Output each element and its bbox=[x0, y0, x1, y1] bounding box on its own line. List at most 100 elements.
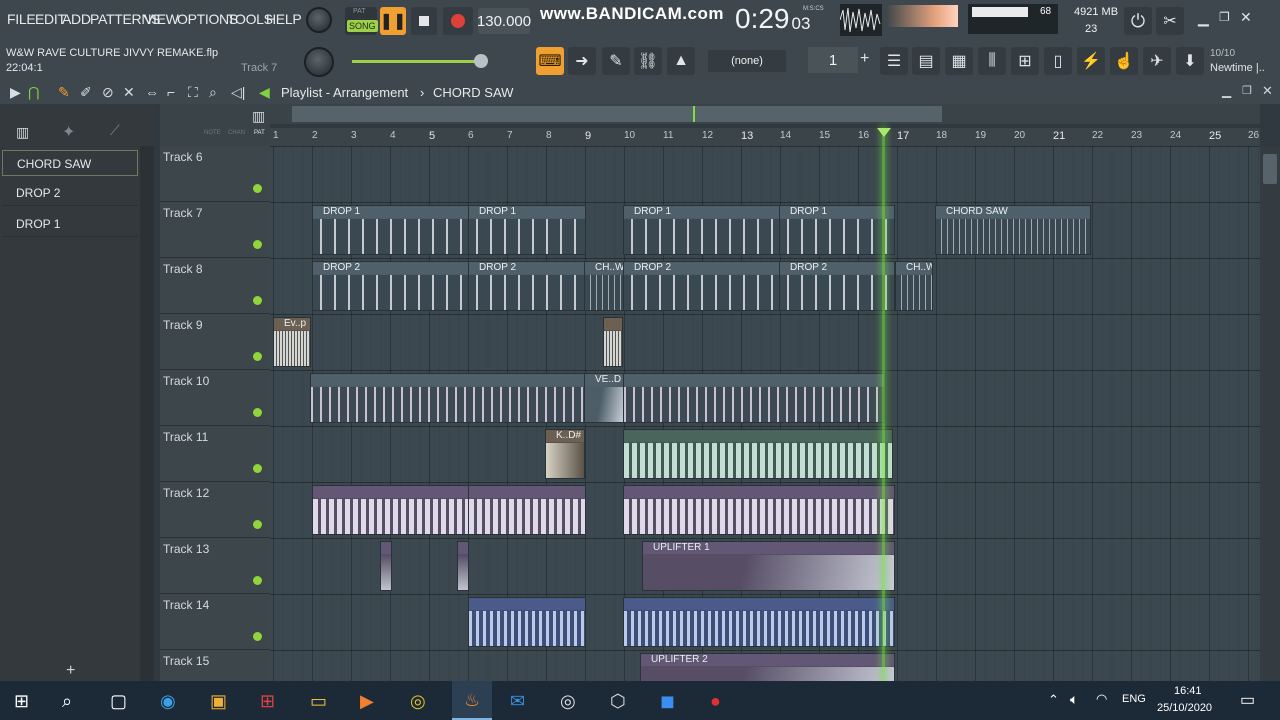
playlist-clip[interactable]: DROP 2 bbox=[623, 261, 783, 311]
news-label[interactable]: Newtime |.. bbox=[1210, 62, 1265, 74]
playlist-clip[interactable] bbox=[468, 597, 586, 647]
stop-button[interactable] bbox=[411, 7, 437, 35]
tray-chevron-icon[interactable]: ⌃ bbox=[1048, 692, 1059, 708]
track-mute-led[interactable] bbox=[253, 240, 262, 249]
playhead[interactable] bbox=[882, 128, 885, 681]
playlist-clip[interactable]: CHORD SAW bbox=[935, 205, 1091, 255]
files-button[interactable]: ▯ bbox=[1044, 47, 1072, 75]
add-pattern-icon[interactable]: + bbox=[860, 50, 869, 68]
audio-clip-icon[interactable]: ✦ bbox=[62, 122, 75, 142]
step-edit-button[interactable]: ➜ bbox=[568, 47, 596, 75]
pause-button[interactable]: ❚❚ bbox=[380, 7, 406, 35]
playlist-clip[interactable] bbox=[380, 541, 392, 591]
track-header[interactable]: Track 14 bbox=[160, 594, 270, 650]
mute-icon[interactable]: ✕ bbox=[123, 84, 135, 101]
playlist-clip[interactable]: DROP 2 bbox=[779, 261, 895, 311]
store-icon[interactable]: ▣ bbox=[210, 691, 227, 712]
windows-start-icon[interactable]: ⊞ bbox=[14, 691, 29, 712]
gift-icon[interactable]: ⊞ bbox=[260, 691, 275, 712]
playlist-clip[interactable]: UPLIFTER 1 bbox=[642, 541, 895, 591]
notification-icon[interactable]: ▭ bbox=[1240, 690, 1255, 710]
track-header[interactable]: Track 12 bbox=[160, 482, 270, 538]
playlist-clip[interactable]: K..D# bbox=[545, 429, 585, 479]
bandicam-record-icon[interactable]: ● bbox=[710, 691, 721, 712]
playlist-clip[interactable] bbox=[310, 373, 585, 423]
touch-controller-button[interactable]: ☝ bbox=[1110, 47, 1138, 75]
media-icon[interactable]: ▶ bbox=[360, 691, 374, 712]
slip-icon[interactable]: ⇔ bbox=[145, 84, 159, 100]
track-header[interactable]: Track 7 bbox=[160, 202, 270, 258]
track-header[interactable]: Track 9 bbox=[160, 314, 270, 370]
minimize-icon[interactable]: ▁ bbox=[1198, 10, 1209, 27]
playlist-clip[interactable]: DROP 2 bbox=[312, 261, 470, 311]
volume-slider-handle[interactable] bbox=[474, 54, 488, 68]
magnet-icon[interactable]: ⋂ bbox=[28, 84, 39, 101]
playlist-clip[interactable] bbox=[468, 485, 586, 535]
pattern-selector[interactable]: 1 bbox=[808, 47, 858, 73]
metronome-button[interactable]: ▲ bbox=[667, 47, 695, 75]
play-arrow-icon[interactable]: ▶ bbox=[10, 84, 21, 101]
track-header[interactable]: Track 15 bbox=[160, 650, 270, 681]
menu-help[interactable]: HELP bbox=[266, 11, 302, 27]
piano-icon[interactable]: ▥ bbox=[16, 124, 29, 141]
playlist-clip[interactable] bbox=[623, 485, 895, 535]
folder-icon[interactable]: ▭ bbox=[310, 691, 327, 712]
track-header[interactable]: Track 13 bbox=[160, 538, 270, 594]
plugin-picker-button[interactable]: ⚡ bbox=[1077, 47, 1105, 75]
cut-tool-button[interactable]: ✂ bbox=[1156, 7, 1184, 35]
playlist-close-icon[interactable]: ✕ bbox=[1262, 83, 1273, 99]
search-icon[interactable]: ⌕ bbox=[62, 691, 72, 712]
track-mute-led[interactable] bbox=[253, 296, 262, 305]
chrome-icon[interactable]: ◎ bbox=[410, 691, 426, 712]
piano-roll-button[interactable]: ▤ bbox=[912, 47, 940, 75]
playlist-clip[interactable] bbox=[623, 597, 895, 647]
edge-icon[interactable]: ◉ bbox=[160, 691, 176, 712]
timeline-ruler[interactable]: 1 2 3 4 5 6 7 8 9 10 11 12 13 14 15 16 17 18 19 20 21 22 23 24 2… bbox=[270, 128, 1260, 146]
track-mute-led[interactable] bbox=[253, 520, 262, 529]
slice-icon[interactable]: ⌐ bbox=[167, 84, 175, 100]
fl-studio-taskbar-item[interactable]: ♨ bbox=[452, 681, 492, 720]
pencil-icon[interactable]: ✎ bbox=[58, 84, 70, 101]
mixer-button[interactable]: ⫼ bbox=[978, 47, 1006, 75]
track-mute-led[interactable] bbox=[253, 408, 262, 417]
playlist-minimize-icon[interactable]: ▁ bbox=[1222, 84, 1231, 98]
contact-button[interactable]: ✈ bbox=[1143, 47, 1171, 75]
clock-time[interactable]: 16:41 bbox=[1174, 685, 1202, 697]
menu-file[interactable]: FILE bbox=[7, 11, 36, 27]
playlist-clip[interactable] bbox=[623, 429, 893, 479]
playlist-clip[interactable] bbox=[603, 317, 623, 367]
playlist-clip[interactable] bbox=[623, 373, 885, 423]
track-mute-led[interactable] bbox=[253, 632, 262, 641]
delete-icon[interactable]: ⊘ bbox=[102, 84, 114, 101]
playlist-clip[interactable]: CH..W bbox=[584, 261, 624, 311]
restore-icon[interactable]: ❐ bbox=[1219, 10, 1230, 24]
playlist-clip[interactable] bbox=[457, 541, 469, 591]
arrangement-arrow-icon[interactable]: ◀ bbox=[259, 84, 270, 101]
track-mute-led[interactable] bbox=[253, 464, 262, 473]
close-icon[interactable]: ✕ bbox=[1240, 9, 1252, 26]
browser-button[interactable]: ⊞ bbox=[1011, 47, 1039, 75]
playlist-button[interactable]: ☰ bbox=[880, 47, 908, 75]
track-mute-led[interactable] bbox=[253, 184, 262, 193]
playlist-clip[interactable]: CH..W bbox=[895, 261, 933, 311]
clock-date[interactable]: 25/10/2020 bbox=[1157, 702, 1212, 714]
track-mute-led[interactable] bbox=[253, 352, 262, 361]
pat-song-toggle[interactable]: PAT SONG bbox=[345, 7, 378, 35]
piano-keys-icon[interactable]: ▥ bbox=[252, 108, 265, 125]
language-indicator[interactable]: ENG bbox=[1122, 693, 1146, 705]
playlist-maximize-icon[interactable]: ❐ bbox=[1242, 84, 1252, 97]
track-header[interactable]: Track 10 bbox=[160, 370, 270, 426]
blend-notes-button[interactable]: ✎ bbox=[602, 47, 630, 75]
audio-app-icon[interactable]: ◎ bbox=[560, 691, 576, 712]
typing-keyboard-button[interactable]: ⌨ bbox=[536, 47, 564, 75]
undo-history-button[interactable]: ⏻ bbox=[1124, 7, 1152, 35]
link-button[interactable]: ⛓ bbox=[634, 47, 662, 75]
playlist-clip[interactable]: DROP 1 bbox=[623, 205, 783, 255]
pattern-item-chord-saw[interactable]: CHORD SAW bbox=[2, 150, 138, 176]
track-header[interactable]: Track 8 bbox=[160, 258, 270, 314]
task-view-icon[interactable]: ▢ bbox=[110, 691, 127, 712]
mail-icon[interactable]: ✉ bbox=[510, 691, 525, 712]
playhead-marker-icon[interactable] bbox=[877, 128, 891, 137]
pattern-scrollbar[interactable] bbox=[140, 146, 154, 681]
tempo-display[interactable]: 130.000 bbox=[477, 8, 531, 34]
